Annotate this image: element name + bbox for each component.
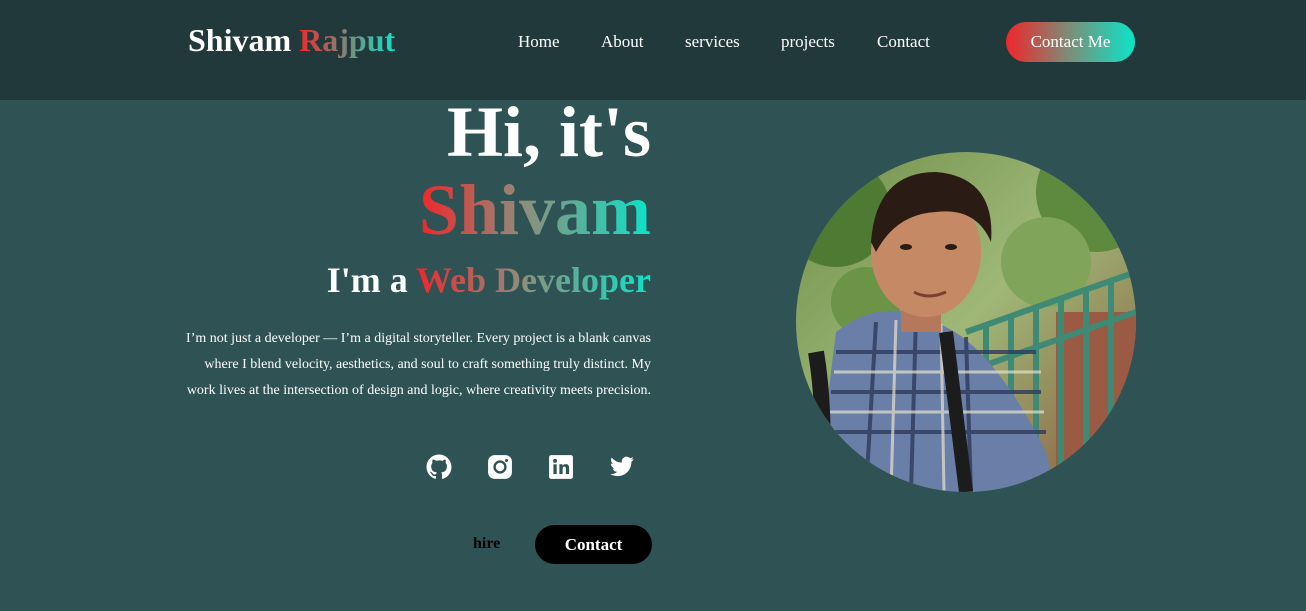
linkedin-icon[interactable]	[548, 454, 574, 480]
hero-bio: I’m not just a developer — I’m a digital…	[186, 331, 651, 398]
nav-services[interactable]: services	[685, 32, 740, 52]
brand-logo[interactable]: Shivam Rajput	[188, 22, 395, 59]
role-accent: Web Developer	[416, 260, 651, 300]
profile-photo	[796, 152, 1136, 492]
contact-button[interactable]: Contact	[535, 525, 652, 564]
profile-photo-illustration	[796, 152, 1136, 492]
brand-first-name: Shivam	[188, 22, 292, 58]
twitter-icon[interactable]	[609, 454, 635, 480]
github-icon[interactable]	[426, 454, 452, 480]
hero-name: Shivam	[418, 170, 651, 250]
nav-about[interactable]: About	[601, 32, 644, 52]
nav-contact[interactable]: Contact	[877, 32, 930, 52]
hero-greeting: Hi, it's	[446, 92, 651, 172]
contact-me-button[interactable]: Contact Me	[1006, 22, 1135, 62]
nav-home[interactable]: Home	[518, 32, 560, 52]
instagram-icon[interactable]	[487, 454, 513, 480]
hero-role: I'm a Web Developer	[327, 258, 651, 302]
brand-last-name: Rajput	[299, 22, 396, 58]
navbar: Shivam Rajput Home About services projec…	[0, 0, 1306, 100]
nav-projects[interactable]: projects	[781, 32, 835, 52]
hire-link[interactable]: hire	[473, 535, 500, 553]
role-prefix: I'm a	[326, 260, 408, 300]
